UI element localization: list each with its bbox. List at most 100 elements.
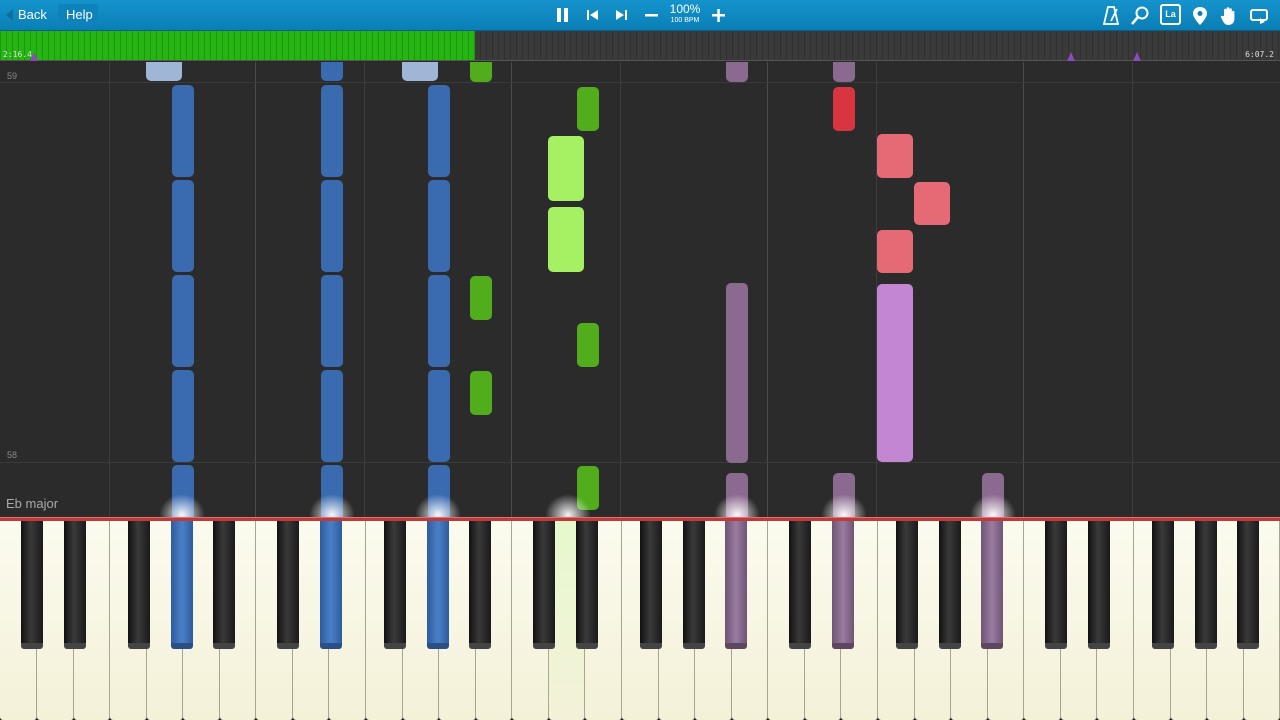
- black-key[interactable]: [1237, 521, 1259, 649]
- note-bar: [726, 283, 748, 463]
- note-bar: [548, 136, 584, 201]
- skip-forward-icon[interactable]: [611, 5, 633, 27]
- black-key[interactable]: [384, 521, 406, 649]
- black-key[interactable]: [469, 521, 491, 649]
- metronome-icon[interactable]: [1101, 5, 1123, 27]
- black-key[interactable]: [1045, 521, 1067, 649]
- measure-number: 58: [7, 450, 18, 460]
- key-hit-glow: [821, 494, 867, 517]
- label-icon[interactable]: La: [1160, 4, 1181, 25]
- measure-line: [0, 462, 1280, 463]
- tempo-bpm: 100 BPM: [670, 17, 700, 24]
- note-bar: [321, 180, 343, 272]
- note-bar: [321, 370, 343, 462]
- note-waterfall: 59 58 Eb major: [0, 62, 1280, 517]
- black-key[interactable]: [896, 521, 918, 649]
- grid-line: [767, 62, 768, 517]
- black-key[interactable]: [683, 521, 705, 649]
- progress-ticks: [0, 31, 1280, 60]
- grid-line: [255, 62, 256, 517]
- black-key[interactable]: [640, 521, 662, 649]
- black-key[interactable]: [1152, 521, 1174, 649]
- note-bar: [577, 87, 599, 131]
- note-bar: [172, 85, 194, 177]
- tempo-percent: 100%: [669, 2, 701, 16]
- note-bar: [470, 276, 492, 320]
- note-bar: [877, 284, 913, 462]
- note-bar: [321, 275, 343, 367]
- grid-line: [511, 62, 512, 517]
- key-signature-label: Eb major: [6, 496, 59, 511]
- location-pin-icon[interactable]: [1189, 5, 1211, 27]
- note-bar: [172, 370, 194, 462]
- plus-icon[interactable]: [708, 5, 730, 27]
- piano-keyboard: [0, 521, 1280, 720]
- measure-number: 59: [7, 71, 18, 81]
- grid-line: [364, 62, 365, 517]
- black-key-active[interactable]: [725, 521, 747, 649]
- measure-line: [0, 82, 1280, 83]
- black-key[interactable]: [1195, 521, 1217, 649]
- note-bar: [428, 370, 450, 462]
- black-key-active[interactable]: [171, 521, 193, 649]
- black-key[interactable]: [64, 521, 86, 649]
- note-bar: [877, 230, 913, 273]
- black-key[interactable]: [21, 521, 43, 649]
- song-progress-bar[interactable]: 2:16.4 6:07.2: [0, 31, 1280, 61]
- note-bar: [470, 62, 492, 82]
- note-bar: [402, 62, 438, 81]
- hand-icon[interactable]: [1218, 5, 1240, 27]
- black-key[interactable]: [939, 521, 961, 649]
- black-key-active[interactable]: [320, 521, 342, 649]
- skip-back-icon[interactable]: [582, 5, 604, 27]
- key-hit-glow: [714, 494, 760, 517]
- note-bar: [833, 87, 855, 131]
- pause-icon[interactable]: [552, 5, 574, 27]
- note-bar: [321, 62, 343, 81]
- search-icon[interactable]: [1130, 5, 1152, 27]
- help-button[interactable]: Help: [58, 4, 98, 26]
- note-bar: [577, 323, 599, 367]
- black-key-active[interactable]: [981, 521, 1003, 649]
- note-bar: [172, 180, 194, 272]
- key-hit-glow: [159, 494, 205, 517]
- black-key[interactable]: [1088, 521, 1110, 649]
- key-hit-glow: [415, 494, 461, 517]
- black-key[interactable]: [533, 521, 555, 649]
- grid-line: [1023, 62, 1024, 517]
- current-time: 2:16.4: [3, 50, 32, 59]
- note-bar: [914, 182, 950, 225]
- key-hit-glow: [545, 494, 591, 517]
- note-bar: [877, 134, 913, 178]
- synthesia-player: Back Help 100% 100 BPM La 2:16.4 6:07.2 …: [0, 0, 1280, 720]
- bookmark-marker[interactable]: [1133, 52, 1141, 61]
- tempo-display: 100% 100 BPM: [664, 3, 706, 25]
- minus-icon[interactable]: [641, 5, 663, 27]
- note-bar: [172, 275, 194, 367]
- note-bar: [146, 62, 182, 81]
- black-key[interactable]: [128, 521, 150, 649]
- bookmark-marker[interactable]: [1067, 52, 1075, 61]
- note-bar: [726, 62, 748, 82]
- grid-line: [620, 62, 621, 517]
- black-key[interactable]: [789, 521, 811, 649]
- black-key[interactable]: [277, 521, 299, 649]
- black-key-active[interactable]: [832, 521, 854, 649]
- note-bar: [548, 207, 584, 272]
- black-key-active[interactable]: [427, 521, 449, 649]
- note-bar: [321, 85, 343, 177]
- black-key[interactable]: [213, 521, 235, 649]
- key-hit-glow: [970, 494, 1016, 517]
- grid-line: [1132, 62, 1133, 517]
- top-toolbar: Back Help 100% 100 BPM La: [0, 0, 1280, 31]
- black-key[interactable]: [576, 521, 598, 649]
- note-bar: [428, 275, 450, 367]
- grid-line: [109, 62, 110, 517]
- loop-icon[interactable]: [1248, 5, 1270, 27]
- note-bar: [428, 85, 450, 177]
- key-hit-glow: [309, 494, 355, 517]
- loop-start-marker[interactable]: [30, 52, 38, 61]
- note-bar: [470, 371, 492, 415]
- back-button[interactable]: Back: [4, 4, 50, 26]
- note-bar: [833, 62, 855, 82]
